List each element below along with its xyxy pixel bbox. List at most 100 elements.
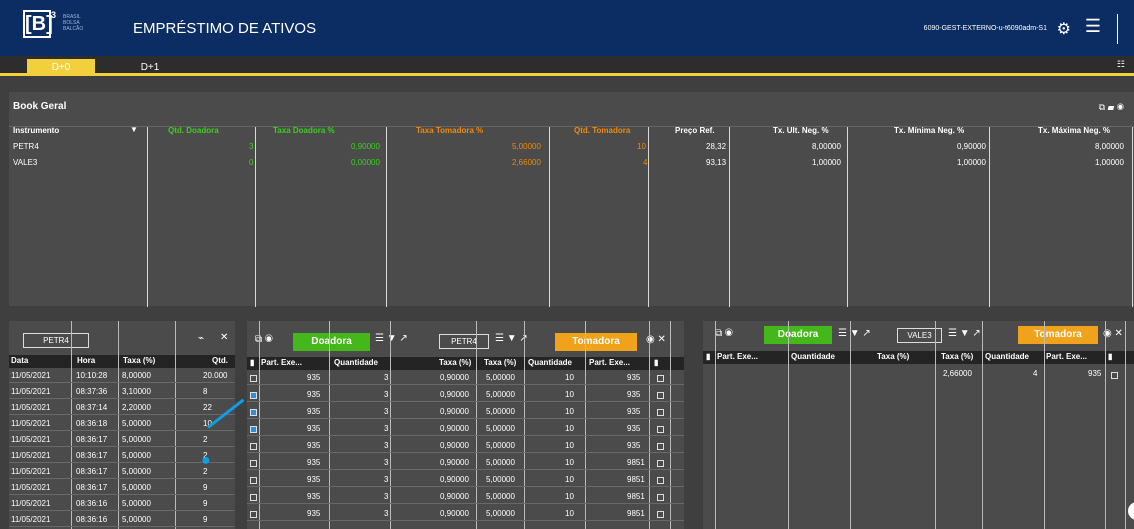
book-row-vale3[interactable]: VALE3 <box>13 158 37 167</box>
close-icon[interactable]: ✕ <box>220 332 228 343</box>
trade-row[interactable]: 11/05/2021 10:10:28 8,00000 20.000 <box>9 370 235 383</box>
order-checkbox[interactable] <box>250 511 257 518</box>
filter-icon[interactable]: ▼ <box>130 125 138 134</box>
logo-subtitle: BRASIL BOLSA BALCÃO <box>63 14 84 32</box>
trade-cell: 11/05/2021 <box>11 515 51 524</box>
trades-header: Data Hora Taxa (%) Qtd. <box>9 355 235 368</box>
panel-icons[interactable]: ⧉ ◉ <box>255 334 273 345</box>
panel-actions-icon[interactable]: ⧉ ▰ ◉ <box>1099 102 1124 113</box>
trade-cell: 11/05/2021 <box>11 499 51 508</box>
order-cell: 935 <box>307 390 321 399</box>
trash-icon[interactable]: ▮ <box>250 358 254 367</box>
order-row[interactable]: 935 3 0,90000 5,00000 10 935 <box>247 372 684 385</box>
tomadora-actions-icon[interactable]: ☰ ▼ ↗ <box>495 333 528 344</box>
order-row[interactable]: 935 3 0,90000 5,00000 10 935 <box>247 406 684 419</box>
order-row[interactable]: 935 3 0,90000 5,00000 10 9851 <box>247 457 684 470</box>
order-row[interactable]: 935 3 0,90000 5,00000 10 9851 <box>247 508 684 521</box>
trades-symbol[interactable]: PETR4 <box>23 333 89 348</box>
order-cell: 0,90000 <box>440 475 469 484</box>
order-checkbox[interactable] <box>250 392 257 399</box>
order-cell: 10 <box>565 390 574 399</box>
order-symbol[interactable]: PETR4 <box>439 334 489 349</box>
order-row[interactable]: 935 3 0,90000 5,00000 10 9851 <box>247 491 684 504</box>
order-checkbox[interactable] <box>657 409 664 416</box>
trade-row[interactable]: 11/05/2021 08:36:16 5,00000 9 <box>9 498 235 511</box>
trash-icon[interactable]: ▮ <box>1108 352 1112 361</box>
order-row[interactable]: 935 3 0,90000 5,00000 10 935 <box>247 423 684 436</box>
chart-icon[interactable]: ⌁ <box>198 333 204 344</box>
trade-row[interactable]: 11/05/2021 08:36:18 5,00000 10 <box>9 418 235 431</box>
menu-icon[interactable]: ☰ <box>1085 16 1101 37</box>
order-checkbox[interactable] <box>250 460 257 467</box>
panel-icons[interactable]: ⧉ ◉ <box>715 328 733 339</box>
tab-d1[interactable]: D+1 <box>116 59 184 76</box>
trash-icon[interactable]: ▮ <box>654 358 658 367</box>
table-options-icon[interactable]: ☷ <box>1117 59 1125 70</box>
order-checkbox[interactable] <box>657 392 664 399</box>
book-geral-panel: Book Geral ⧉ ▰ ◉ Instrumento ▼ Qtd. Doad… <box>9 92 1134 307</box>
trade-cell: 11/05/2021 <box>11 435 51 444</box>
order-checkbox[interactable] <box>250 375 257 382</box>
trade-row[interactable]: 11/05/2021 08:37:14 2,20000 22 <box>9 402 235 415</box>
trash-icon[interactable]: ▮ <box>706 352 710 361</box>
order-cell: 3 <box>384 424 389 433</box>
doadora-actions-icon[interactable]: ☰ ▼ ↗ <box>375 333 408 344</box>
order-checkbox[interactable] <box>657 511 664 518</box>
tab-d0[interactable]: D+0 <box>27 59 95 76</box>
order-checkbox[interactable] <box>250 426 257 433</box>
order-cell: 10 <box>565 441 574 450</box>
order-checkbox[interactable] <box>657 375 664 382</box>
doadora-tab[interactable]: Doadora <box>764 326 832 344</box>
order-checkbox[interactable] <box>1111 372 1118 379</box>
trade-cell: 11/05/2021 <box>11 403 51 412</box>
trade-cell: 5,00000 <box>122 483 151 492</box>
col-qtd-doadora: Qtd. Doadora <box>168 126 219 135</box>
order-checkbox[interactable] <box>657 426 664 433</box>
trade-row[interactable]: 11/05/2021 08:36:17 5,00000 2 <box>9 434 235 447</box>
trade-cell: 5,00000 <box>122 467 151 476</box>
date-tabs: D+0 D+1 ☷ <box>0 56 1134 76</box>
order-checkbox[interactable] <box>657 494 664 501</box>
order-checkbox[interactable] <box>250 477 257 484</box>
trade-cell: 5,00000 <box>122 435 151 444</box>
order-cell: 935 <box>627 373 641 382</box>
order-cell: 5,00000 <box>486 492 515 501</box>
order-cell: 10 <box>565 458 574 467</box>
order-cell: 9851 <box>627 475 645 484</box>
trades-panel: PETR4 ⌁ ✕ Data Hora Taxa (%) Qtd. 11/05/… <box>9 321 245 529</box>
trade-cell: 08:36:17 <box>76 483 108 492</box>
order-row[interactable]: 935 3 0,90000 5,00000 10 935 <box>247 440 684 453</box>
trade-cell: 5,00000 <box>122 499 151 508</box>
doadora-tab[interactable]: Doadora <box>293 333 370 351</box>
order-checkbox[interactable] <box>657 443 664 450</box>
tomadora-actions-icon[interactable]: ☰ ▼ ↗ <box>948 328 981 339</box>
order-row[interactable]: 935 3 0,90000 5,00000 10 9851 <box>247 474 684 487</box>
tomadora-tab[interactable]: Tomadora <box>1018 326 1098 344</box>
trade-cell: 5,00000 <box>122 515 151 524</box>
order-checkbox[interactable] <box>250 494 257 501</box>
order-checkbox[interactable] <box>657 460 664 467</box>
gear-icon[interactable]: ⚙ <box>1057 19 1071 39</box>
order-cell: 935 <box>307 458 321 467</box>
trade-row[interactable]: 11/05/2021 08:36:16 5,00000 9 <box>9 514 235 527</box>
trade-cell: 8 <box>203 387 208 396</box>
trade-row[interactable]: 11/05/2021 08:36:17 5,00000 9 <box>9 482 235 495</box>
col-taxa-tomadora: Taxa Tomadora % <box>416 126 484 135</box>
order-cell: 10 <box>565 407 574 416</box>
trade-cell: 08:36:17 <box>76 451 108 460</box>
trade-row[interactable]: 11/05/2021 08:37:36 3,10000 8 <box>9 386 235 399</box>
doadora-actions-icon[interactable]: ☰ ▼ ↗ <box>838 328 871 339</box>
order-cell: 5,00000 <box>486 458 515 467</box>
order-checkbox[interactable] <box>250 409 257 416</box>
tomadora-tab[interactable]: Tomadora <box>555 333 637 351</box>
book-row-petr4[interactable]: PETR4 <box>13 142 39 151</box>
trade-cell: 11/05/2021 <box>11 467 51 476</box>
order-row[interactable]: 935 3 0,90000 5,00000 10 935 <box>247 389 684 402</box>
order-checkbox[interactable] <box>657 477 664 484</box>
order-cell: 935 <box>307 441 321 450</box>
order-cell: 935 <box>307 424 321 433</box>
order-cell: 935 <box>307 509 321 518</box>
order-checkbox[interactable] <box>250 443 257 450</box>
order-cell: 0,90000 <box>440 373 469 382</box>
trade-cell: 8,00000 <box>122 371 151 380</box>
